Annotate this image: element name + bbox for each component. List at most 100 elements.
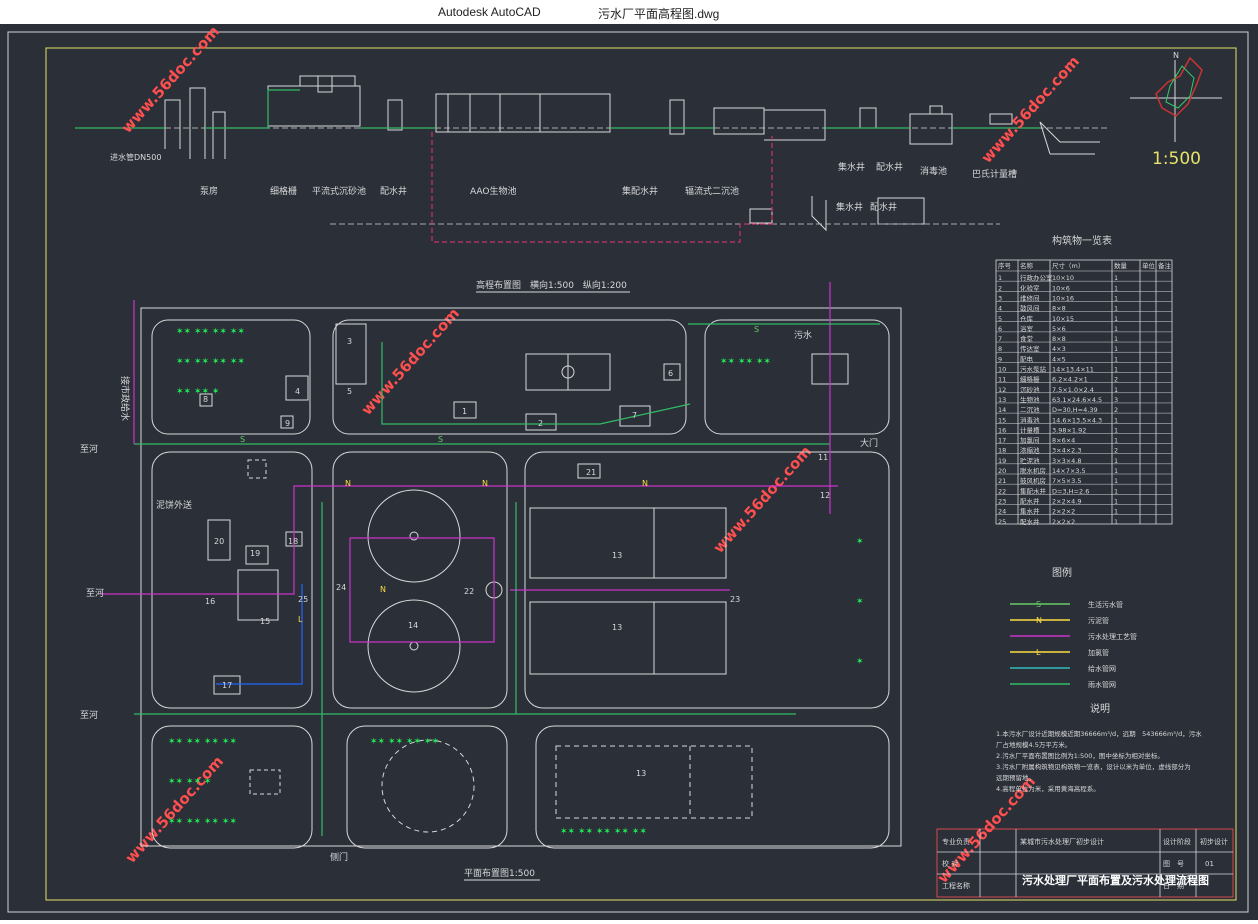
table-header-cell: 名称	[1020, 261, 1034, 270]
water-supply-label: 接市政给水	[119, 376, 131, 421]
notes-title: 说明	[1090, 702, 1110, 715]
note-line: 1.本污水厂设计近期规模近期36666m³/d，远期 543666m³/d，污水	[996, 729, 1202, 738]
svg-text:16: 16	[205, 597, 215, 606]
svg-text:22: 22	[464, 587, 474, 596]
table-cell: 浴室	[1020, 324, 1034, 333]
site-boundary	[140, 307, 902, 849]
table-cell: 脱水机房	[1020, 466, 1046, 475]
svg-text:N: N	[345, 479, 351, 488]
scale-label: 1:500	[1152, 149, 1201, 169]
svg-text:13: 13	[636, 769, 646, 778]
to-river-label-3: 至河	[80, 709, 98, 721]
svg-text:S: S	[438, 435, 443, 444]
note-line: 2.污水厂平面布置图比例为1:500，图中坐标为相对坐标。	[996, 751, 1164, 760]
elevation-profile	[75, 75, 1110, 232]
svg-text:校 对: 校 对	[942, 859, 958, 868]
drawing-canvas[interactable]: 进水管DN500 泵房 细格栅 平流式沉砂池 配水井 AAO生物池 集配水井 辐…	[0, 22, 1258, 920]
pipe-markers: N N N N L S S S	[240, 325, 759, 624]
table-cell: 鼓风间	[1020, 304, 1040, 313]
svg-text:17: 17	[222, 681, 232, 690]
svg-text:7: 7	[632, 411, 637, 420]
lower-collecting-well-label: 集水井	[836, 201, 863, 213]
legend-title: 图例	[1052, 566, 1072, 579]
svg-text:专业负责: 专业负责	[942, 837, 970, 846]
table-cell: 二沉池	[1020, 405, 1040, 414]
note-line: 厂占地规模4.5万平方米。	[996, 740, 1071, 749]
window-titlebar: Autodesk AutoCAD 污水厂平面高程图.dwg	[0, 0, 1258, 24]
to-river-label-1: 至河	[80, 443, 98, 455]
table-header-cell: 数量	[1114, 261, 1128, 270]
table-cell: 集水井	[1020, 507, 1040, 516]
svg-text:www.56doc.com: www.56doc.com	[978, 52, 1083, 166]
svg-text:www.56doc.com: www.56doc.com	[118, 24, 223, 137]
north-label: N	[1173, 51, 1179, 60]
svg-text:13: 13	[612, 623, 622, 632]
svg-text:N: N	[380, 585, 386, 594]
svg-text:1: 1	[462, 407, 467, 416]
legend-symbol: N	[1036, 616, 1042, 625]
sewage-label: 污水	[794, 329, 812, 341]
svg-text:4: 4	[295, 387, 300, 396]
svg-text:www.56doc.com: www.56doc.com	[358, 304, 463, 418]
legend-label: 污泥管	[1088, 616, 1109, 625]
svg-text:✶✶ ✶✶ ✶✶ ✶✶: ✶✶ ✶✶ ✶✶ ✶✶	[370, 737, 439, 747]
table-rows: 序号 名称 尺寸（m） 数量 单位 备注1 行政办公室 10×10 12 化验室 10×6 13 维修间…	[996, 261, 1172, 526]
profile-labels: 泵房 细格栅 平流式沉砂池 配水井 AAO生物池 集配水井 辐流式二沉池 集水井…	[200, 161, 1017, 213]
svg-text:S: S	[754, 325, 759, 334]
svg-text:✶✶ ✶✶ ✶✶ ✶✶: ✶✶ ✶✶ ✶✶ ✶✶	[176, 327, 245, 337]
svg-text:11: 11	[818, 453, 828, 462]
grit-chamber-label: 平流式沉砂池	[312, 185, 366, 197]
app-title: Autodesk AutoCAD	[438, 5, 541, 19]
table-cell: 贮泥池	[1020, 456, 1040, 465]
to-river-label-2: 至河	[86, 587, 104, 599]
legend-label: 污水处理工艺管	[1088, 632, 1137, 641]
svg-text:S: S	[240, 435, 245, 444]
table-header-cell: 备注	[1158, 261, 1172, 270]
side-gate-label: 侧门	[330, 851, 348, 863]
collecting-well-label: 集水井	[838, 161, 865, 173]
svg-text:8: 8	[203, 395, 208, 404]
svg-text:www.56doc.com: www.56doc.com	[710, 442, 815, 556]
table-cell: 加氯间	[1020, 436, 1040, 445]
svg-text:初步设计: 初步设计	[1200, 837, 1228, 846]
elevation-title: 高程布置图 横向1:500 纵向1:200	[476, 279, 627, 291]
table-cell: 配水井	[1020, 496, 1040, 505]
table-cell: 25	[998, 518, 1006, 526]
table-cell: 传达室	[1020, 344, 1040, 353]
table-cell: 鼓风机房	[1020, 476, 1046, 485]
svg-text:25: 25	[298, 595, 308, 604]
svg-text:✶: ✶	[856, 657, 864, 667]
svg-text:✶✶ ✶✶ ✶✶: ✶✶ ✶✶ ✶✶	[720, 357, 771, 367]
table-cell: 仓库	[1020, 314, 1034, 323]
svg-text:20: 20	[214, 537, 224, 546]
inlet-pipe-label: 进水管DN500	[110, 152, 161, 162]
svg-text:01: 01	[1205, 860, 1214, 868]
table-cell: 化验室	[1020, 283, 1040, 292]
table-header-cell: 单位	[1142, 261, 1156, 270]
svg-text:✶✶ ✶✶ ✶✶ ✶✶: ✶✶ ✶✶ ✶✶ ✶✶	[176, 357, 245, 367]
drawing-title: 污水处理厂平面布置及污水处理流程图	[1022, 873, 1209, 887]
note-line: 3.污水厂附属构筑物见构筑物一览表，设计以米为单位，虚线部分为	[996, 762, 1191, 771]
svg-text:✶✶ ✶✶ ✶✶ ✶✶ ✶✶: ✶✶ ✶✶ ✶✶ ✶✶ ✶✶	[560, 827, 647, 837]
svg-text:24: 24	[336, 583, 346, 592]
svg-text:✶✶ ✶✶ ✶✶ ✶✶: ✶✶ ✶✶ ✶✶ ✶✶	[168, 737, 237, 747]
table-cell: 细格栅	[1020, 375, 1040, 384]
pump-house-label: 泵房	[200, 185, 218, 197]
table-cell: 污水泵站	[1020, 365, 1047, 374]
secondary-clarifier-label: 辐流式二沉池	[685, 185, 739, 197]
svg-text:某城市污水处理厂初步设计: 某城市污水处理厂初步设计	[1020, 837, 1104, 846]
svg-text:2: 2	[538, 419, 543, 428]
cad-drawing: 进水管DN500 泵房 细格栅 平流式沉砂池 配水井 AAO生物池 集配水井 辐…	[7, 22, 1249, 913]
sludge-out-label: 泥饼外送	[156, 499, 192, 511]
legend-label: 加氯管	[1088, 648, 1109, 657]
legend-symbol: S	[1036, 600, 1041, 609]
note-line: 远期预留地。	[996, 773, 1035, 782]
parshall-flume-label: 巴氏计量槽	[972, 168, 1017, 180]
svg-text:www.56doc.com: www.56doc.com	[122, 752, 227, 866]
svg-text:21: 21	[586, 468, 596, 477]
svg-text:✶: ✶	[856, 597, 864, 607]
svg-text:6: 6	[668, 369, 673, 378]
legend-items: S 生活污水管 N 污泥管污水处理工艺管 L 加氯管给水管网雨水管网	[1010, 600, 1137, 689]
table-cell: 2×2×2	[1052, 518, 1075, 526]
document-title[interactable]: 污水厂平面高程图.dwg	[598, 5, 719, 22]
